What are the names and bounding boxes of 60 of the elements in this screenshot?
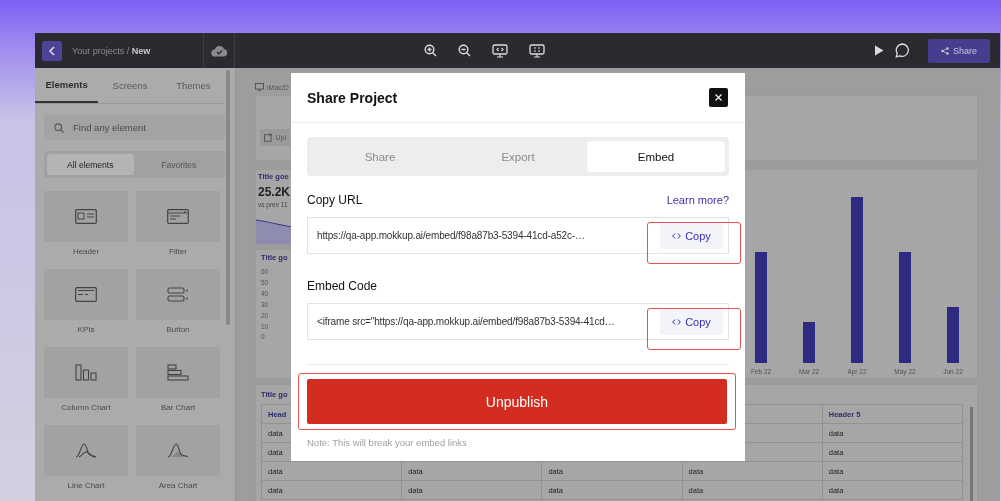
field-label: Copy URL [307, 193, 363, 207]
learn-more-link[interactable]: Learn more? [666, 194, 729, 206]
element-label: Area Chart [158, 481, 198, 490]
tab[interactable]: Embed [587, 141, 725, 172]
share-button[interactable]: Share [928, 38, 990, 63]
close-button[interactable] [709, 88, 728, 107]
window-icon [167, 209, 189, 224]
scrollbar[interactable] [226, 70, 230, 325]
element-label: Bar Chart [160, 403, 196, 412]
element-tile[interactable] [136, 425, 220, 476]
element-tile[interactable] [44, 269, 128, 320]
close-icon [715, 94, 722, 101]
area-chart-icon [167, 443, 189, 458]
unpublish-button[interactable]: Unpublish [307, 379, 727, 424]
url-field[interactable]: https://qa-app.mokkup.ai/embed/f98a87b3-5394-41cd-a52c-… Copy [307, 217, 729, 254]
element-tile[interactable] [136, 269, 220, 320]
monitor-icon [255, 83, 264, 91]
zoom-out-icon[interactable] [458, 44, 471, 57]
play-icon[interactable] [874, 45, 884, 56]
chart-bar [947, 307, 959, 363]
image-plus-icon [264, 133, 273, 142]
field-label: Embed Code [307, 279, 378, 293]
kpi-card-icon [75, 287, 97, 302]
buttons-icon [167, 287, 189, 302]
code-icon [672, 318, 682, 325]
monitor-icon[interactable] [529, 43, 545, 58]
cloud-check-icon[interactable] [210, 44, 228, 57]
element-tile[interactable] [44, 425, 128, 476]
sidebar-tab[interactable]: Elements [35, 68, 99, 103]
comment-icon[interactable] [895, 43, 910, 58]
bar-chart-icon [167, 364, 189, 381]
search-field[interactable]: Find any element [44, 115, 225, 140]
filter-option[interactable]: All elements [47, 154, 134, 175]
element-label: Filter [169, 247, 187, 256]
search-icon [54, 123, 64, 133]
code-icon [672, 232, 682, 239]
element-label: Header [72, 247, 100, 256]
element-tile[interactable] [44, 347, 128, 398]
element-tile[interactable] [136, 191, 220, 242]
dialog-title: Share Project [307, 89, 398, 106]
line-chart-icon [75, 443, 97, 458]
element-label: Column Chart [61, 403, 111, 412]
embed-code-field[interactable]: <iframe src="https://qa-app.mokkup.ai/embed/f98a87b3-5394-41cd… Copy [307, 303, 729, 340]
element-label: KPIs [77, 325, 95, 334]
element-label: Button [166, 325, 190, 334]
kpi-value: 25.2K [258, 185, 292, 199]
element-label: Line Chart [67, 481, 105, 490]
column-chart-icon [75, 364, 97, 381]
scrollbar[interactable] [970, 407, 973, 501]
copy-button[interactable]: Copy [660, 308, 723, 335]
element-tile[interactable] [44, 191, 128, 242]
back-button[interactable] [42, 40, 62, 61]
monitor-icon[interactable] [492, 43, 508, 58]
share-icon [941, 46, 949, 55]
breadcrumb[interactable]: Your projects / New [72, 45, 151, 56]
chart-bar [803, 322, 815, 363]
id-card-icon [75, 209, 97, 224]
zoom-in-icon[interactable] [424, 44, 437, 57]
copy-button[interactable]: Copy [660, 222, 723, 249]
element-tile[interactable] [136, 347, 220, 398]
